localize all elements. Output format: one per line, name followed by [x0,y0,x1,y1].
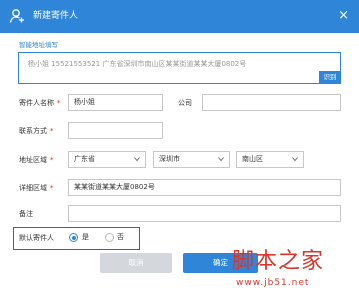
smart-fill-text: 杨小姐 15521553521 广东省深圳市南山区某某街道某某大厦0802号 [28,60,247,68]
close-icon[interactable]: × [338,8,349,24]
watermark-title: 脚本之家 [232,249,325,274]
detail-label: 详细区域 * [19,183,54,193]
note-label: 备注 [19,210,33,218]
chevron-down-icon [292,157,298,162]
smart-fill-label: 智能地址填写 [19,41,58,49]
default-yes-radio[interactable] [69,233,78,242]
chevron-down-icon [218,157,224,162]
detail-label-text: 详细区域 [19,184,47,192]
city-value: 深圳市 [159,155,180,163]
watermark-url: www.jb51.net [236,278,310,288]
region-label-text: 地址区域 [19,156,47,164]
detail-address-input[interactable]: 某某街道某某大厦0802号 [68,179,341,196]
required-mark: * [50,127,54,135]
default-no-label[interactable]: 否 [117,232,124,242]
default-no-radio[interactable] [105,233,114,242]
note-input[interactable] [68,205,341,222]
region-label: 地址区域 * [19,155,54,165]
company-input[interactable] [202,94,341,111]
required-mark: * [57,99,61,107]
sender-name-label: 寄件人名称 * [19,98,61,108]
city-select[interactable]: 深圳市 [153,151,230,168]
smart-fill-textarea[interactable]: 杨小姐 15521553521 广东省深圳市南山区某某街道某某大厦0802号 识… [18,52,341,84]
phone-label: 联系方式 * [19,126,54,136]
phone-input[interactable] [68,122,163,139]
required-mark: * [50,184,54,192]
dialog-titlebar: 新建寄件人 × [0,0,359,33]
add-user-icon [9,9,24,23]
required-mark: * [50,156,54,164]
dialog-title: 新建寄件人 [33,11,79,21]
site-watermark: 脚本之家 www.jb51.net [230,248,356,294]
phone-label-text: 联系方式 [19,127,47,135]
sender-name-label-text: 寄件人名称 [19,99,54,107]
default-sender-label: 默认寄件人 [19,234,54,242]
sender-name-input[interactable]: 杨小姐 [68,94,163,111]
default-yes-label[interactable]: 是 [82,232,89,242]
company-label: 公司 [178,99,192,107]
chevron-down-icon [134,157,140,162]
province-value: 广东省 [74,155,95,163]
cancel-button[interactable]: 取消 [100,253,172,273]
district-value: 南山区 [242,155,263,163]
recognize-button[interactable]: 识别 [319,71,341,84]
district-select[interactable]: 南山区 [236,151,304,168]
province-select[interactable]: 广东省 [68,151,146,168]
